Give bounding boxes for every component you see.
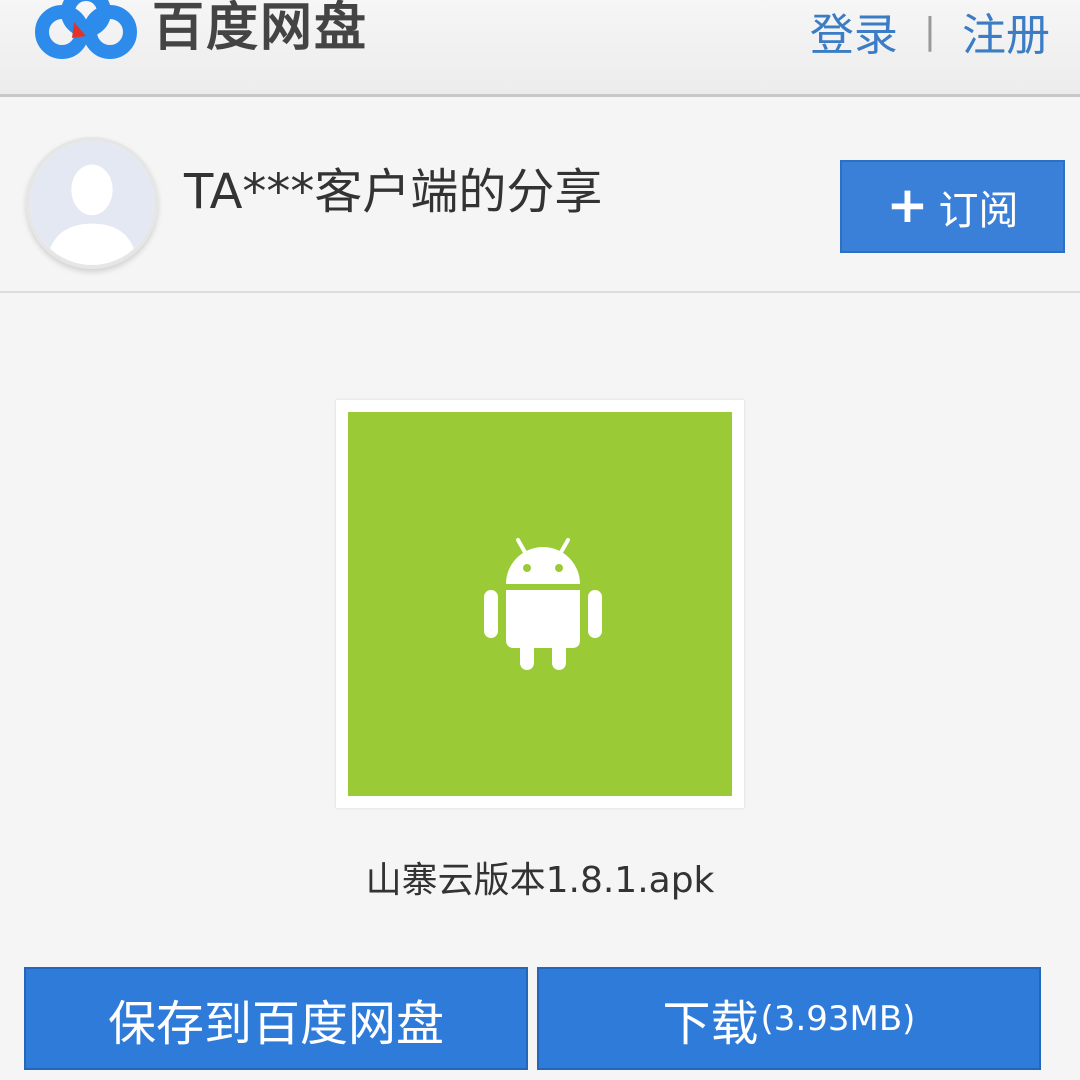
avatar[interactable] <box>26 137 158 269</box>
download-label: 下载 <box>662 995 759 1052</box>
register-link[interactable]: 注册 <box>962 0 1050 63</box>
share-title: TA***客户端的分享 <box>184 164 603 220</box>
auth-links: 登录 | 注册 <box>810 0 1050 62</box>
default-user-icon <box>30 141 154 265</box>
android-icon <box>484 538 602 670</box>
plus-icon: + <box>886 175 929 234</box>
save-to-netdisk-button[interactable]: 保存到百度网盘 <box>24 967 528 1070</box>
download-button[interactable]: 下载 (3.93MB) <box>537 967 1041 1070</box>
save-label: 保存到百度网盘 <box>107 995 444 1052</box>
auth-separator: | <box>923 10 936 52</box>
file-thumbnail[interactable] <box>348 412 732 796</box>
sharer-bar: TA***客户端的分享 + 订阅 <box>0 100 1080 293</box>
login-link[interactable]: 登录 <box>810 0 898 63</box>
subscribe-label: 订阅 <box>938 187 1019 234</box>
file-size: (3.93MB) <box>760 998 916 1039</box>
cloud-logo-icon <box>35 0 137 59</box>
file-name: 山寨云版本1.8.1.apk <box>365 860 715 901</box>
baidu-pan-logo[interactable]: 百度网盘 <box>34 0 368 68</box>
file-thumbnail-frame <box>336 400 744 808</box>
subscribe-button[interactable]: + 订阅 <box>840 160 1065 253</box>
logo-text: 百度网盘 <box>152 0 369 58</box>
top-header: 百度网盘 登录 | 注册 <box>0 0 1080 97</box>
